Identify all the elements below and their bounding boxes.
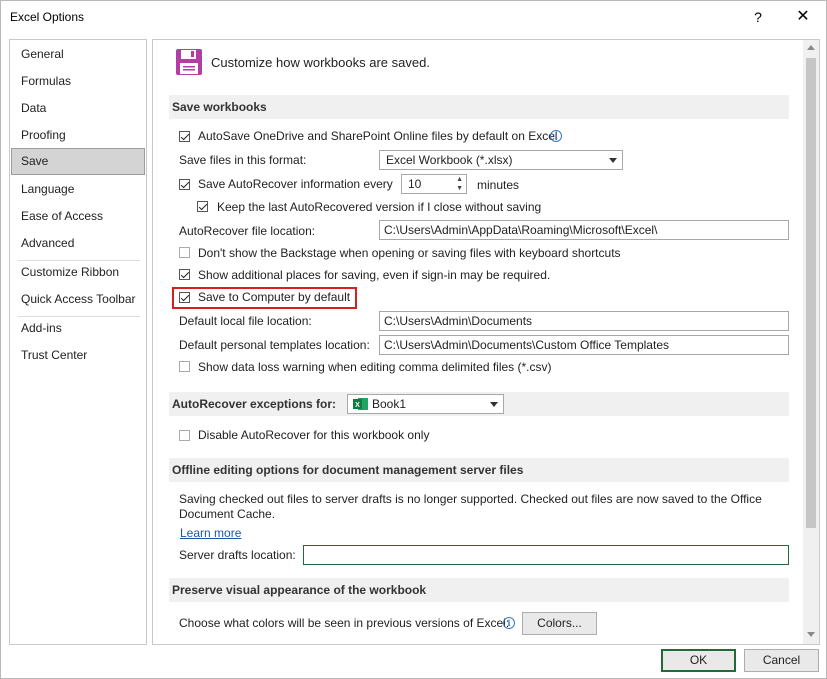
csv-warning-checkbox[interactable] (179, 361, 190, 372)
default-local-label: Default local file location: (179, 314, 312, 328)
options-nav: General Formulas Data Proofing Save Lang… (9, 39, 147, 645)
nav-item-save[interactable]: Save (11, 148, 145, 175)
autorecover-label: Save AutoRecover information every (198, 177, 393, 191)
nav-item-customize-ribbon[interactable]: Customize Ribbon (11, 259, 145, 285)
nav-item-proofing[interactable]: Proofing (11, 122, 145, 148)
save-format-label: Save files in this format: (179, 153, 307, 167)
nav-item-formulas[interactable]: Formulas (11, 68, 145, 94)
default-local-input[interactable]: C:\Users\Admin\Documents (379, 311, 789, 331)
cancel-button[interactable]: Cancel (744, 649, 819, 672)
autorecover-location-input[interactable]: C:\Users\Admin\AppData\Roaming\Microsoft… (379, 220, 789, 240)
scrollbar-thumb[interactable] (806, 58, 816, 528)
section-offline-editing: Offline editing options for document man… (169, 458, 789, 482)
close-button[interactable]: ✕ (788, 3, 818, 31)
help-button[interactable]: ? (743, 3, 773, 31)
spin-down-icon[interactable]: ▼ (456, 185, 463, 193)
disable-autorecover-label: Disable AutoRecover for this workbook on… (198, 428, 430, 442)
csv-warning-label: Show data loss warning when editing comm… (198, 360, 552, 374)
autosave-label: AutoSave OneDrive and SharePoint Online … (198, 129, 558, 143)
nav-item-trust-center[interactable]: Trust Center (11, 342, 145, 368)
window-title: Excel Options (10, 10, 85, 24)
info-icon: i (550, 130, 562, 142)
workbook-dropdown[interactable]: X Book1 (347, 394, 504, 414)
server-drafts-label: Server drafts location: (179, 548, 296, 562)
excel-icon: X (353, 398, 368, 410)
title-bar: Excel Options ? ✕ (1, 1, 826, 33)
learn-more-link[interactable]: Learn more (180, 526, 241, 540)
info-icon: i (503, 617, 515, 629)
templates-location-label: Default personal templates location: (179, 338, 370, 352)
page-heading: Customize how workbooks are saved. (211, 55, 430, 70)
nav-item-advanced[interactable]: Advanced (11, 230, 145, 256)
colors-button[interactable]: Colors... (522, 612, 597, 635)
chevron-down-icon (609, 158, 617, 163)
save-options-panel: Customize how workbooks are saved. Save … (152, 39, 820, 645)
nav-item-data[interactable]: Data (11, 95, 145, 121)
keep-last-checkbox[interactable] (197, 201, 208, 212)
vertical-scrollbar[interactable] (803, 40, 819, 644)
offline-text-line1: Saving checked out files to server draft… (179, 492, 762, 506)
section-preserve-appearance: Preserve visual appearance of the workbo… (169, 578, 789, 602)
nav-item-ease-of-access[interactable]: Ease of Access (11, 203, 145, 229)
autorecover-minutes-stepper[interactable]: 10 ▲ ▼ (401, 174, 467, 194)
section-save-workbooks: Save workbooks (169, 95, 789, 119)
save-to-computer-checkbox[interactable] (179, 292, 190, 303)
floppy-disk-icon (176, 49, 202, 75)
minutes-label: minutes (477, 178, 520, 192)
autorecover-location-label: AutoRecover file location: (179, 224, 316, 238)
svg-text:X: X (355, 402, 360, 409)
nav-item-language[interactable]: Language (11, 176, 145, 202)
excel-options-dialog: Excel Options ? ✕ General Formulas Data … (0, 0, 827, 679)
backstage-label: Don't show the Backstage when opening or… (198, 246, 621, 260)
nav-item-quick-access-toolbar[interactable]: Quick Access Toolbar (11, 286, 145, 312)
autorecover-checkbox[interactable] (179, 179, 190, 190)
save-format-value: Excel Workbook (*.xlsx) (386, 153, 513, 167)
additional-places-checkbox[interactable] (179, 269, 190, 280)
nav-item-add-ins[interactable]: Add-ins (11, 315, 145, 341)
chevron-down-icon (490, 402, 498, 407)
colors-label: Choose what colors will be seen in previ… (179, 616, 510, 630)
nav-item-general[interactable]: General (11, 41, 145, 67)
disable-autorecover-checkbox[interactable] (179, 430, 190, 441)
backstage-checkbox[interactable] (179, 247, 190, 258)
workbook-value: Book1 (372, 397, 407, 411)
save-to-computer-label: Save to Computer by default (198, 290, 351, 304)
spin-up-icon[interactable]: ▲ (456, 176, 463, 184)
server-drafts-input[interactable] (303, 545, 789, 565)
autorecover-minutes-value: 10 (408, 177, 422, 191)
templates-location-input[interactable]: C:\Users\Admin\Documents\Custom Office T… (379, 335, 789, 355)
additional-places-label: Show additional places for saving, even … (198, 268, 551, 282)
ok-button[interactable]: OK (661, 649, 736, 672)
save-format-dropdown[interactable]: Excel Workbook (*.xlsx) (379, 150, 623, 170)
scroll-down-icon[interactable] (807, 632, 815, 637)
autosave-checkbox[interactable] (179, 131, 190, 142)
offline-text-line2: Document Cache. (179, 507, 276, 521)
scroll-up-icon[interactable] (807, 45, 815, 50)
keep-last-label: Keep the last AutoRecovered version if I… (217, 200, 542, 214)
